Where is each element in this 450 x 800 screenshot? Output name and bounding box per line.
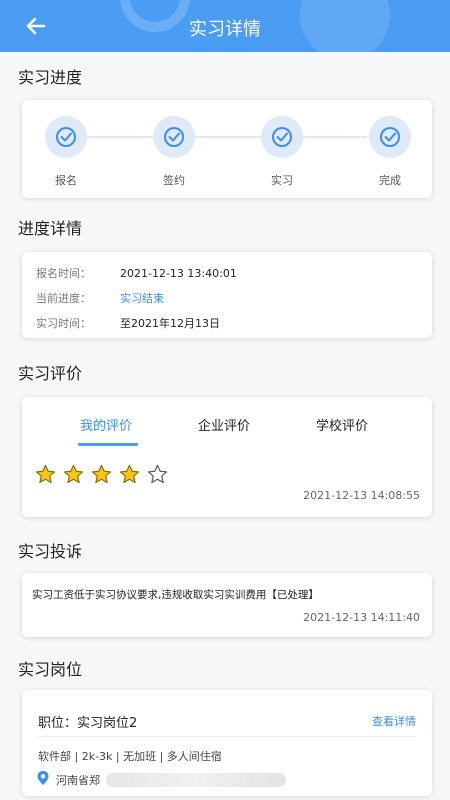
progress-step-label: 实习 (271, 174, 293, 187)
section-title-job: 实习岗位 (18, 660, 83, 679)
detail-value: 2021-12-13 13:40:01 (120, 267, 237, 280)
progress-card: 报名 签约 实习 完成 (22, 100, 432, 198)
detail-value: 至2021年12月13日 (120, 317, 220, 330)
complaint-card[interactable]: 实习工资低于实习协议要求,违规收取实习实训费用【已处理】 2021-12-13 … (22, 573, 432, 637)
job-location: 河南省郑 (36, 770, 286, 789)
location-text: 河南省郑 (56, 773, 100, 787)
section-title-complaint: 实习投诉 (18, 542, 83, 561)
rating-stars (34, 463, 169, 486)
check-circle-icon (45, 116, 87, 158)
progress-step-contract: 签约 (144, 116, 204, 188)
section-title-progress: 实习进度 (18, 68, 83, 87)
tab-company-evaluation[interactable]: 企业评价 (198, 415, 250, 434)
progress-step-label: 签约 (163, 174, 185, 187)
star-filled-icon (118, 463, 141, 486)
star-empty-icon (146, 463, 169, 486)
check-circle-icon (153, 116, 195, 158)
progress-line (87, 136, 367, 138)
detail-row-period: 实习时间： 至2021年12月13日 (36, 315, 220, 331)
section-title-detail: 进度详情 (18, 219, 83, 238)
detail-label: 当前进度： (36, 292, 91, 305)
detail-label: 报名时间： (36, 267, 91, 280)
progress-detail-card: 报名时间： 2021-12-13 13:40:01 当前进度： 实习结束 实习时间：… (22, 252, 432, 338)
divider (38, 736, 416, 737)
detail-value: 实习结束 (120, 292, 164, 305)
evaluation-time: 2021-12-13 14:08:55 (303, 489, 420, 502)
progress-step-label: 报名 (55, 174, 77, 187)
progress-step-complete: 完成 (360, 116, 420, 188)
tab-school-evaluation[interactable]: 学校评价 (316, 415, 368, 434)
detail-row-status: 当前进度： 实习结束 (36, 290, 164, 306)
star-filled-icon (34, 463, 57, 486)
detail-row-signup: 报名时间： 2021-12-13 13:40:01 (36, 265, 237, 281)
star-filled-icon (62, 463, 85, 486)
job-tags: 软件部 | 2k-3k | 无加班 | 多人间住宿 (38, 750, 222, 763)
section-title-evaluation: 实习评价 (18, 364, 83, 383)
check-circle-icon (369, 116, 411, 158)
app-header: 实习详情 (0, 0, 450, 52)
active-tab-indicator (78, 443, 138, 446)
page-title: 实习详情 (189, 19, 261, 40)
job-card: 职位：实习岗位2 查看详情 软件部 | 2k-3k | 无加班 | 多人间住宿 … (22, 690, 432, 796)
complaint-time: 2021-12-13 14:11:40 (303, 611, 420, 624)
view-details-link[interactable]: 查看详情 (372, 713, 416, 729)
blurred-address (106, 772, 286, 787)
progress-step-label: 完成 (379, 174, 401, 187)
star-filled-icon (90, 463, 113, 486)
detail-label: 实习时间： (36, 317, 91, 330)
location-pin-icon (36, 770, 50, 789)
tab-my-evaluation[interactable]: 我的评价 (80, 415, 132, 434)
job-title: 职位：实习岗位2 (38, 716, 138, 731)
evaluation-card: 我的评价 企业评价 学校评价 2021-12-13 14:08:55 (22, 397, 432, 517)
complaint-text: 实习工资低于实习协议要求,违规收取实习实训费用【已处理】 (32, 589, 319, 601)
check-circle-icon (261, 116, 303, 158)
progress-step-signup: 报名 (36, 116, 96, 188)
progress-step-internship: 实习 (252, 116, 312, 188)
